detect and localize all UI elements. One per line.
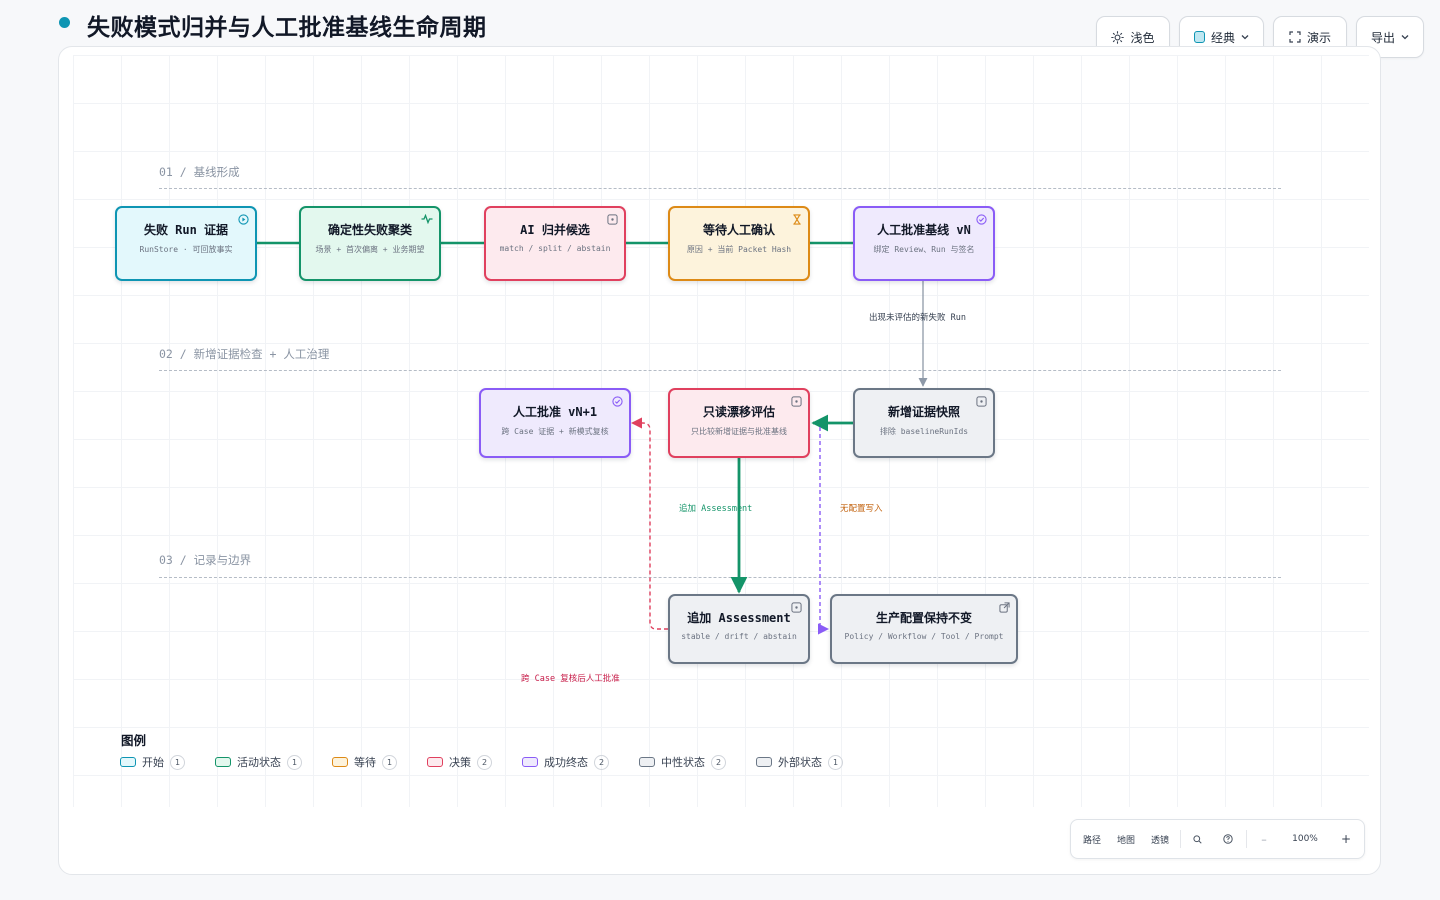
play-circle-icon (238, 214, 249, 225)
legend-item-success[interactable]: 成功终态 2 (522, 754, 609, 770)
path-toggle[interactable]: 路径 (1075, 820, 1109, 858)
help-button[interactable] (1214, 820, 1242, 858)
legend-item-start[interactable]: 开始 1 (120, 754, 185, 770)
node-baseline-vn[interactable]: 人工批准基线 vN 绑定 Review、Run 与签名 (853, 206, 995, 281)
node-drift-eval[interactable]: 只读漂移评估 只比较新增证据与批准基线 (668, 388, 810, 458)
node-title: 追加 Assessment (687, 611, 791, 625)
legend-item-external[interactable]: 外部状态 1 (756, 754, 843, 770)
node-subtitle: stable / drift / abstain (681, 632, 797, 641)
zoom-out-button[interactable]: – (1251, 820, 1277, 858)
edge-label-append: 追加 Assessment (679, 504, 753, 514)
lens-toggle[interactable]: 透镜 (1143, 820, 1177, 858)
node-wait-confirm[interactable]: 等待人工确认 原因 + 当前 Packet Hash (668, 206, 810, 281)
node-title: 只读漂移评估 (702, 405, 775, 419)
node-subtitle: Policy / Workflow / Tool / Prompt (844, 632, 1004, 641)
edge-assess-next (630, 417, 668, 630)
legend-label: 外部状态 (778, 756, 822, 769)
legend-count: 1 (287, 754, 302, 770)
edge-label-new-run: 出现未评估的新失败 Run (869, 313, 966, 323)
node-title: 人工批准基线 vN (877, 223, 971, 237)
node-title: AI 归并候选 (520, 223, 590, 237)
legend-label: 等待 (354, 756, 376, 769)
legend-count: 1 (828, 754, 843, 770)
node-title: 人工批准 vN+1 (512, 405, 598, 419)
external-link-icon (999, 602, 1010, 613)
node-evidence-snapshot[interactable]: 新增证据快照 排除 baselineRunIds (853, 388, 995, 458)
node-title: 失败 Run 证据 (143, 223, 229, 237)
legend-title: 图例 (121, 733, 147, 748)
node-append-assessment[interactable]: 追加 Assessment stable / drift / abstain (668, 594, 810, 664)
legend-swatch (215, 757, 231, 767)
legend-swatch (639, 757, 655, 767)
square-dot-icon (976, 396, 987, 407)
legend-count: 2 (594, 754, 609, 770)
node-run-evidence[interactable]: 失败 Run 证据 RunStore · 可回放事实 (115, 206, 257, 281)
legend-swatch (120, 757, 136, 767)
node-approve-vn1[interactable]: 人工批准 vN+1 跨 Case 证据 + 新模式复核 (479, 388, 631, 458)
node-subtitle: RunStore · 可回放事实 (139, 245, 233, 254)
legend-label: 中性状态 (661, 756, 705, 769)
legend-count: 2 (477, 754, 492, 770)
node-title: 确定性失败聚类 (327, 223, 412, 237)
node-title: 生产配置保持不变 (875, 611, 972, 625)
node-prod-config[interactable]: 生产配置保持不变 Policy / Workflow / Tool / Prom… (830, 594, 1018, 664)
legend-count: 1 (170, 754, 185, 770)
square-dot-icon (791, 602, 802, 613)
zoom-in-button[interactable]: + (1333, 820, 1359, 858)
node-subtitle: 绑定 Review、Run 与签名 (873, 245, 975, 254)
legend-label: 活动状态 (237, 756, 281, 769)
legend-label: 成功终态 (544, 756, 588, 769)
node-subtitle: 场景 + 首次偏离 + 业务期望 (315, 245, 425, 254)
node-ai-candidate[interactable]: AI 归并候选 match / split / abstain (484, 206, 626, 281)
edge-drift-prod (817, 427, 830, 635)
node-title: 等待人工确认 (702, 223, 775, 237)
legend-swatch (332, 757, 348, 767)
map-toggle[interactable]: 地图 (1109, 820, 1143, 858)
node-subtitle: 排除 baselineRunIds (879, 427, 969, 436)
square-dot-icon (607, 214, 618, 225)
legend-item-neutral[interactable]: 中性状态 2 (639, 754, 726, 770)
activity-icon (421, 214, 433, 224)
legend-swatch (756, 757, 772, 767)
edge-label-cross-case: 跨 Case 复核后人工批准 (521, 674, 620, 684)
node-title: 新增证据快照 (887, 405, 960, 419)
node-cluster[interactable]: 确定性失败聚类 场景 + 首次偏离 + 业务期望 (299, 206, 441, 281)
legend-item-decision[interactable]: 决策 2 (427, 754, 492, 770)
search-button[interactable] (1183, 820, 1211, 858)
toolbar-divider (1180, 830, 1181, 848)
node-subtitle: 跨 Case 证据 + 新模式复核 (501, 427, 609, 436)
square-dot-icon (791, 396, 802, 407)
check-circle-icon (612, 396, 623, 407)
edge-label-no-write: 无配置写入 (840, 504, 883, 514)
node-subtitle: 只比较新增证据与批准基线 (691, 427, 787, 436)
legend-swatch (427, 757, 443, 767)
legend-label: 决策 (449, 756, 471, 769)
node-subtitle: match / split / abstain (499, 244, 611, 253)
zoom-level: 100% (1292, 834, 1318, 844)
legend-swatch (522, 757, 538, 767)
legend-count: 2 (711, 754, 726, 770)
check-circle-icon (976, 214, 987, 225)
search-icon (1192, 834, 1202, 844)
legend-label: 开始 (142, 756, 164, 769)
help-icon (1223, 834, 1233, 844)
view-controls: 路径 地图 透镜 – 100% + (1070, 819, 1365, 859)
legend-item-wait[interactable]: 等待 1 (332, 754, 397, 770)
legend-count: 1 (382, 754, 397, 770)
toolbar-divider (1246, 830, 1247, 848)
hourglass-icon (793, 214, 801, 225)
legend: 开始 1 活动状态 1 等待 1 决策 2 成功终态 2 中性状态 2 外部状态… (120, 754, 873, 770)
node-subtitle: 原因 + 当前 Packet Hash (686, 245, 792, 254)
legend-item-active[interactable]: 活动状态 1 (215, 754, 302, 770)
